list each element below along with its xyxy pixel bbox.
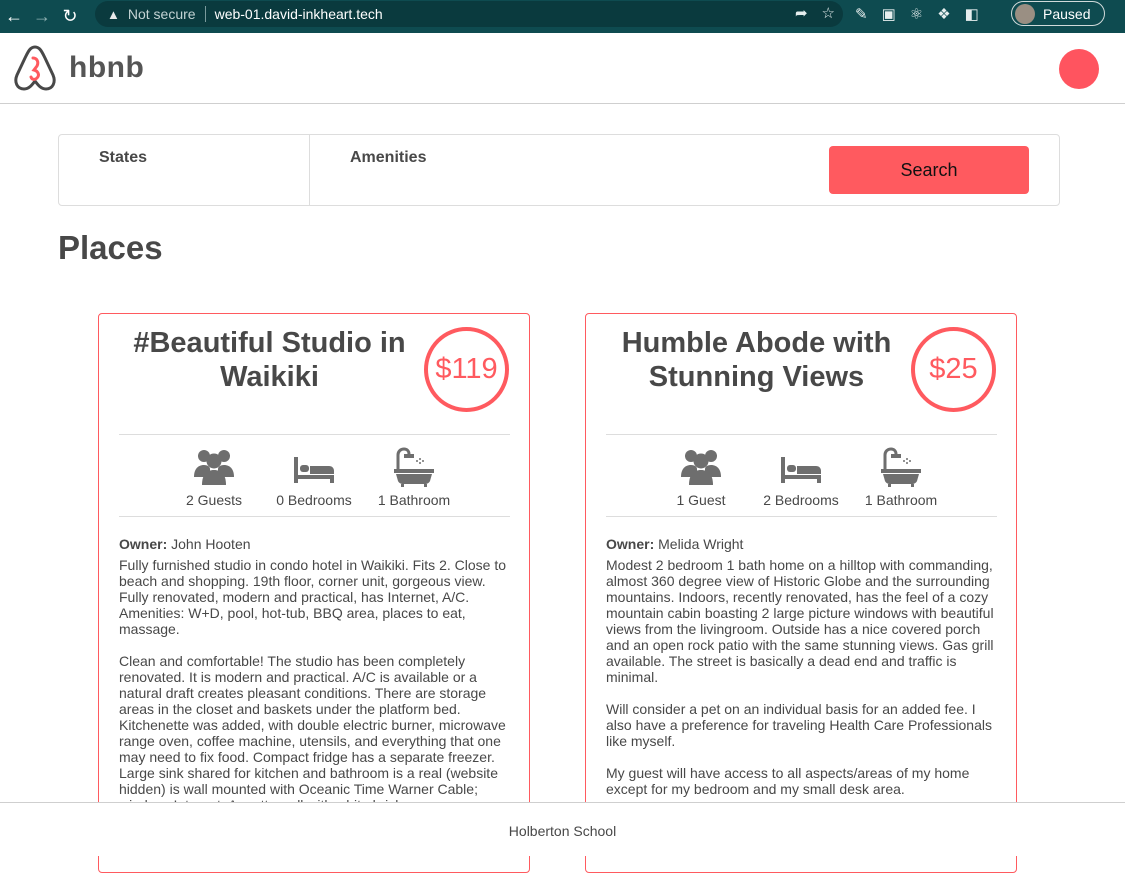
description-paragraph: Will consider a pet on an individual bas… (606, 701, 992, 749)
pen-extension-icon[interactable]: ✎ (855, 5, 868, 23)
description-paragraph: My guest will have access to all aspects… (606, 765, 970, 797)
max-guest: 1 Guest (651, 447, 751, 508)
states-filter-label: States (99, 149, 148, 166)
guests-count: 2 Guests (185, 492, 243, 508)
price-by-night: $119 (424, 327, 509, 412)
url-text[interactable]: web-01.david-inkheart.tech (215, 6, 383, 22)
address-bar[interactable]: ▲ Not secure web-01.david-inkheart.tech … (95, 1, 843, 27)
place-owner: Owner: John Hooten (119, 536, 251, 552)
search-button[interactable]: Search (829, 146, 1029, 194)
description-paragraph: Fully furnished studio in condo hotel in… (119, 557, 506, 637)
bookmark-star-icon[interactable]: ☆ (822, 4, 835, 22)
share-icon[interactable]: ➦ (795, 4, 808, 22)
number-bathrooms: 1 Bathroom (851, 447, 951, 508)
puzzle-extensions-icon[interactable]: ❖ (937, 5, 950, 23)
owner-name: John Hooten (171, 536, 251, 552)
number-rooms: 0 Bedrooms (264, 447, 364, 508)
logo-text: hbnb (69, 51, 145, 84)
security-label: Not secure (127, 6, 196, 22)
place-title: Humble Abode with Stunning Views (621, 327, 892, 393)
place-card: #Beautiful Studio in Waikiki $119 2 Gues… (98, 313, 530, 873)
max-guest: 2 Guests (164, 447, 264, 508)
site-header: hbnb (0, 33, 1125, 104)
place-title: #Beautiful Studio in Waikiki (133, 327, 406, 393)
guests-icon (681, 450, 721, 485)
site-footer: Holberton School (0, 802, 1125, 856)
place-description: Modest 2 bedroom 1 bath home on a hillto… (606, 557, 998, 813)
bedrooms-count: 2 Bedrooms (763, 492, 839, 508)
address-separator (204, 6, 206, 22)
filters-bar: States Amenities Search (58, 134, 1060, 206)
sidebar-toggle-icon[interactable]: ◧ (965, 5, 979, 23)
bathtub-icon (881, 447, 921, 487)
warning-icon: ▲ (107, 6, 120, 22)
logo[interactable]: hbnb (13, 44, 144, 92)
description-paragraph: Modest 2 bedroom 1 bath home on a hillto… (606, 557, 994, 685)
place-information: 1 Guest 2 Bedrooms 1 Bathroom (606, 434, 997, 517)
react-extension-icon[interactable]: ⚛ (910, 5, 923, 23)
back-icon[interactable]: ← (0, 4, 28, 30)
bedrooms-count: 0 Bedrooms (276, 492, 352, 508)
owner-name: Melida Wright (658, 536, 744, 552)
owner-label: Owner: (119, 536, 168, 552)
amenities-filter[interactable]: Amenities (310, 135, 610, 205)
bed-icon (294, 457, 334, 483)
bed-icon (781, 457, 821, 483)
description-paragraph: Clean and comfortable! The studio has be… (119, 653, 506, 813)
avatar (1015, 3, 1035, 24)
places-title: Places (58, 229, 163, 266)
bathtub-icon (394, 447, 434, 487)
guests-count: 1 Guest (676, 492, 726, 508)
bathrooms-count: 1 Bathroom (377, 492, 451, 508)
airbnb-logo-icon (14, 45, 56, 91)
camera-extension-icon[interactable]: ▣ (882, 5, 896, 23)
place-card: Humble Abode with Stunning Views $25 1 G… (585, 313, 1017, 873)
number-rooms: 2 Bedrooms (751, 447, 851, 508)
states-filter[interactable]: States (59, 135, 310, 205)
owner-label: Owner: (606, 536, 655, 552)
profile-status: Paused (1043, 5, 1091, 22)
place-information: 2 Guests 0 Bedrooms 1 Bathroom (119, 434, 510, 517)
place-description: Fully furnished studio in condo hotel in… (119, 557, 511, 829)
guests-icon (194, 450, 234, 485)
browser-toolbar: ← → ↻ ▲ Not secure web-01.david-inkheart… (0, 0, 1125, 33)
forward-icon[interactable]: → (28, 4, 56, 30)
bathrooms-count: 1 Bathroom (864, 492, 938, 508)
reload-icon[interactable]: ↻ (56, 4, 84, 30)
number-bathrooms: 1 Bathroom (364, 447, 464, 508)
amenities-filter-label: Amenities (350, 149, 427, 166)
profile-button[interactable]: Paused (1011, 1, 1105, 26)
footer-text: Holberton School (508, 823, 617, 839)
price-by-night: $25 (911, 327, 996, 412)
place-owner: Owner: Melida Wright (606, 536, 743, 552)
api-status-indicator (1059, 49, 1099, 89)
